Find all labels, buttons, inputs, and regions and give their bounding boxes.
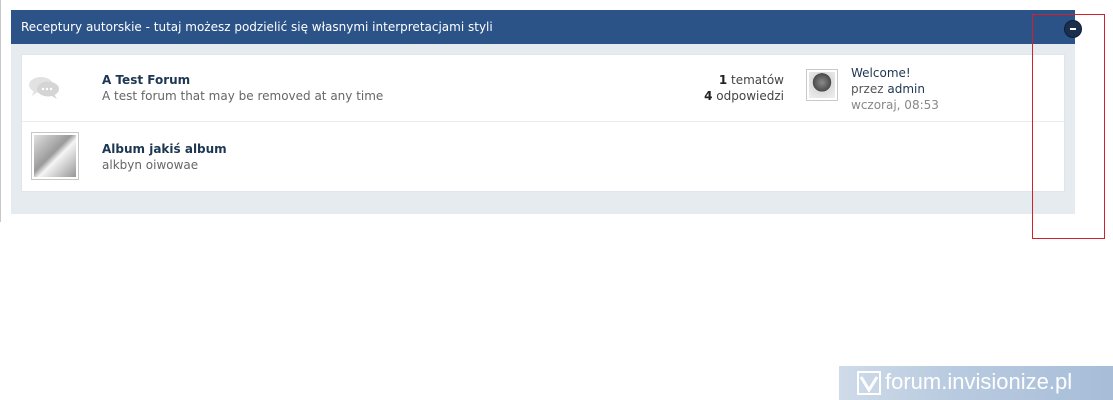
forum-row: A Test Forum A test forum that may be re… xyxy=(22,55,1064,122)
category-header: Receptury autorskie - tutaj możesz podzi… xyxy=(11,10,1075,44)
page-edge-line xyxy=(0,0,1,222)
forum-list: A Test Forum A test forum that may be re… xyxy=(21,54,1065,192)
replies-label: odpowiedzi xyxy=(716,89,784,103)
forum-title-link[interactable]: A Test Forum xyxy=(102,73,190,87)
topics-stat: 1 tematów xyxy=(719,73,784,87)
last-post-author: przez admin xyxy=(851,82,925,96)
forum-description: alkbyn oiwowae xyxy=(102,158,199,172)
last-post-title-link[interactable]: Welcome! xyxy=(851,66,911,80)
speech-bubbles-icon xyxy=(29,77,59,99)
watermark-text: forum.invisionize.pl xyxy=(885,369,1073,394)
topics-label: tematów xyxy=(731,73,784,87)
last-post-date: wczoraj, 08:53 xyxy=(851,98,939,112)
replies-count: 4 xyxy=(704,89,713,103)
highlight-annotation-box xyxy=(1032,14,1105,239)
album-thumbnail-icon[interactable] xyxy=(31,132,79,180)
site-watermark: forum.invisionize.pl xyxy=(839,366,1113,400)
last-post-author-link[interactable]: admin xyxy=(887,82,925,96)
last-post-by-label: przez xyxy=(851,82,884,96)
topics-count: 1 xyxy=(718,73,728,87)
category-title[interactable]: Receptury autorskie - tutaj możesz podzi… xyxy=(21,20,493,34)
replies-stat: 4 odpowiedzi xyxy=(704,89,784,103)
forum-row: Album jakiś album alkbyn oiwowae xyxy=(22,122,1064,192)
avatar-image xyxy=(809,72,835,98)
checkmark-logo-icon xyxy=(857,371,881,395)
forum-title-link[interactable]: Album jakiś album xyxy=(102,142,227,156)
avatar[interactable] xyxy=(806,69,838,101)
forum-description: A test forum that may be removed at any … xyxy=(102,89,384,103)
